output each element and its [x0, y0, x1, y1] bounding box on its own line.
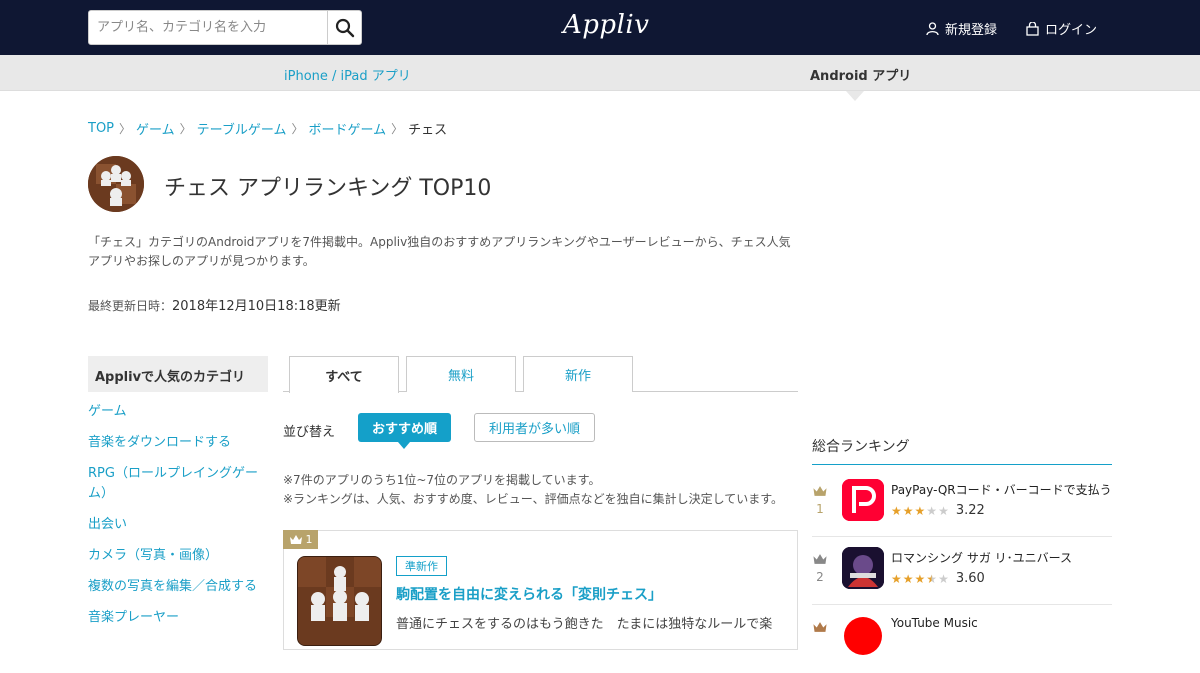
new-release-tag: 準新作: [396, 556, 447, 576]
sidebar-heading: Applivで人気のカテゴリ: [88, 356, 268, 392]
ranking-number: 1: [816, 502, 824, 516]
romancing-saga-app-icon[interactable]: [842, 547, 884, 589]
paypay-app-icon[interactable]: [842, 479, 884, 521]
sidebar-category-list: ゲーム 音楽をダウンロードする RPG（ロールプレイングゲーム） 出会い カメラ…: [88, 402, 268, 639]
tab-free[interactable]: 無料: [406, 356, 516, 392]
ranking-app-name[interactable]: YouTube Music: [891, 616, 1112, 630]
login-link[interactable]: ログイン: [1026, 19, 1097, 38]
ranking-item[interactable]: 2 ロマンシング サガ リ･ユニバース ★ ★ ★ ★ ★ 3.60: [812, 537, 1112, 605]
sidebar-item-music-player[interactable]: 音楽プレーヤー: [88, 608, 268, 628]
star-icon: ★: [902, 571, 914, 586]
last-updated-label: 最終更新日時：: [88, 299, 173, 313]
app-thumbnail[interactable]: [297, 556, 382, 646]
ranking-app-name[interactable]: ロマンシング サガ リ･ユニバース: [891, 549, 1112, 566]
breadcrumb: TOP 〉 ゲーム 〉 テーブルゲーム 〉 ボードゲーム 〉 チェス: [88, 119, 447, 138]
site-header: Appliv 新規登録 ログイン: [0, 0, 1200, 55]
page-title: チェス アプリランキング TOP10: [164, 176, 492, 201]
chevron-right-icon: 〉: [179, 122, 192, 136]
star-icon: ★: [902, 503, 914, 518]
breadcrumb-current: チェス: [408, 123, 448, 138]
breadcrumb-top[interactable]: TOP: [88, 121, 114, 136]
filter-tabs: すべて 無料 新作: [283, 356, 798, 393]
star-icon: ★: [914, 571, 926, 586]
platform-ios-tab[interactable]: iPhone / iPad アプリ: [284, 65, 411, 84]
breadcrumb-board-game[interactable]: ボードゲーム: [309, 119, 387, 138]
page-description: 「チェス」カテゴリのAndroidアプリを7件掲載中。Appliv独自のおすすめ…: [88, 235, 791, 268]
search-input[interactable]: [89, 11, 328, 44]
sidebar-item-camera[interactable]: カメラ（写真・画像）: [88, 546, 268, 566]
platform-android-tab[interactable]: Android アプリ: [810, 65, 911, 84]
category-icon: [88, 156, 144, 212]
rating-score: 3.60: [955, 571, 985, 586]
overall-ranking-heading: 総合ランキング: [812, 436, 1112, 465]
crown-icon: [289, 535, 302, 544]
star-icon: ★: [891, 571, 902, 586]
star-icon: ★: [891, 503, 902, 518]
platform-active-caret: [846, 91, 864, 101]
sidebar-item-dating[interactable]: 出会い: [88, 515, 268, 535]
sort-most-users-button[interactable]: 利用者が多い順: [474, 413, 595, 442]
youtube-music-app-icon[interactable]: [842, 615, 884, 657]
register-link[interactable]: 新規登録: [926, 19, 997, 38]
tab-all[interactable]: すべて: [289, 356, 399, 393]
register-label: 新規登録: [945, 23, 998, 38]
rank-badge: 1: [283, 530, 318, 549]
star-icon: ★: [914, 503, 926, 518]
sidebar-item-game[interactable]: ゲーム: [88, 402, 268, 422]
login-label: ログイン: [1045, 23, 1098, 38]
user-icon: [926, 21, 939, 35]
last-updated: 最終更新日時：2018年12月10日18:18更新: [88, 295, 341, 314]
ranking-item[interactable]: YouTube Music: [812, 605, 1112, 673]
sidebar-item-music-download[interactable]: 音楽をダウンロードする: [88, 433, 268, 453]
chevron-right-icon: 〉: [391, 122, 404, 136]
platform-bar: iPhone / iPad アプリ Android アプリ: [0, 55, 1200, 91]
search-box: [88, 10, 362, 45]
sidebar-item-photo-edit[interactable]: 複数の写真を編集／合成する: [88, 577, 268, 597]
ranking-number: 2: [816, 570, 824, 584]
search-button[interactable]: [327, 11, 361, 44]
last-updated-value: 2018年12月10日18:18更新: [172, 299, 341, 314]
sort-recommended-button[interactable]: おすすめ順: [358, 413, 451, 442]
chevron-right-icon: 〉: [291, 122, 304, 136]
chevron-right-icon: 〉: [119, 122, 132, 136]
crown-icon: [813, 622, 827, 632]
star-icon: ★: [938, 571, 949, 586]
tab-new[interactable]: 新作: [523, 356, 633, 392]
crown-icon: [813, 486, 827, 496]
ranking-note: ※ランキングは、人気、おすすめ度、レビュー、評価点などを独自に集計し決定していま…: [283, 492, 784, 506]
star-rating: ★ ★ ★ ★ ★ 3.22: [891, 503, 985, 518]
star-icon: ★: [926, 503, 938, 518]
ranking-notes: ※7件のアプリのうち1位~7位のアプリを掲載しています。 ※ランキングは、人気、…: [283, 471, 783, 509]
sort-active-caret: [398, 442, 410, 449]
sidebar-item-rpg[interactable]: RPG（ロールプレイングゲーム）: [88, 464, 268, 504]
search-icon: [335, 18, 354, 37]
breadcrumb-table-game[interactable]: テーブルゲーム: [197, 119, 287, 138]
ranking-note: ※7件のアプリのうち1位~7位のアプリを掲載しています。: [283, 473, 601, 487]
ranking-item[interactable]: 1 PayPay-QRコード・バーコードで支払う ★ ★ ★ ★ ★ 3.22: [812, 469, 1112, 537]
half-star-icon: ★: [926, 571, 938, 586]
crown-icon: [813, 554, 827, 564]
rank-number: 1: [305, 533, 313, 546]
star-icon: ★: [938, 503, 949, 518]
rating-score: 3.22: [955, 503, 985, 518]
breadcrumb-game[interactable]: ゲーム: [136, 119, 175, 138]
app-card-title[interactable]: 駒配置を自由に変えられる「変則チェス」: [396, 584, 662, 604]
lock-icon: [1026, 21, 1039, 36]
sort-label: 並び替え: [283, 425, 336, 440]
app-card[interactable]: 1 準新作 駒配置を自由に変えられる「変則チェス」 普通にチェスをするのはもう飽…: [283, 530, 798, 650]
app-card-text: 普通にチェスをするのはもう飽きた たまには独特なルールで楽: [396, 617, 773, 632]
ranking-app-name[interactable]: PayPay-QRコード・バーコードで支払う: [891, 481, 1112, 498]
star-rating: ★ ★ ★ ★ ★ 3.60: [891, 571, 985, 586]
site-logo[interactable]: Appliv: [563, 10, 649, 40]
